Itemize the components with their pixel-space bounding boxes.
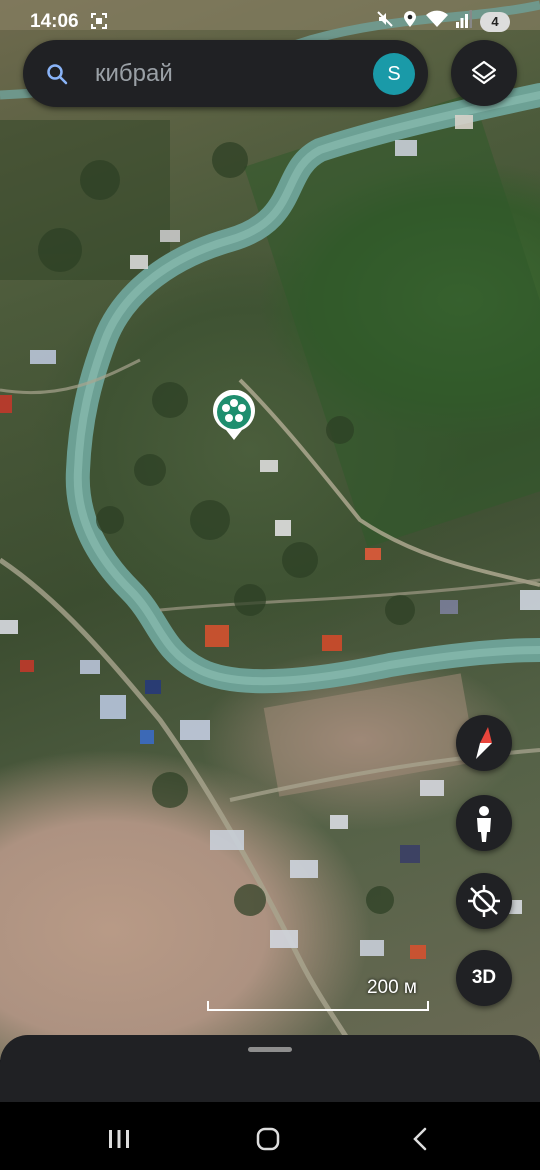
layers-icon: [471, 60, 497, 85]
street-view-button[interactable]: [456, 795, 512, 851]
scale-label: 200 м: [366, 977, 417, 998]
location-disabled-icon: [468, 885, 500, 917]
bottom-sheet[interactable]: [0, 1035, 540, 1102]
map-scale: 200 м: [207, 975, 429, 1011]
compass-button[interactable]: [456, 715, 512, 771]
mute-icon: [376, 10, 394, 34]
pegman-icon: [477, 806, 491, 842]
home-icon[interactable]: [254, 1124, 284, 1154]
sheet-drag-handle[interactable]: [248, 1047, 292, 1052]
battery-icon: 4: [480, 12, 510, 32]
search-query[interactable]: кибрай: [95, 60, 173, 88]
screenshot-icon: [91, 13, 107, 29]
my-location-button[interactable]: [456, 873, 512, 929]
scale-bar: [207, 1001, 429, 1011]
location-icon: [402, 10, 418, 34]
back-icon[interactable]: [406, 1124, 436, 1154]
layers-button[interactable]: [451, 40, 517, 106]
signal-icon: [456, 10, 472, 34]
compass-icon: [476, 727, 492, 759]
status-bar: 14:06 4: [0, 0, 540, 44]
place-marker[interactable]: [211, 390, 257, 442]
search-bar[interactable]: кибрай S: [23, 40, 428, 107]
recent-apps-icon[interactable]: [104, 1124, 134, 1154]
account-avatar[interactable]: S: [373, 53, 415, 95]
search-icon: [47, 64, 68, 85]
3d-toggle-button[interactable]: 3D: [456, 950, 512, 1006]
system-nav-bar: [0, 1102, 540, 1170]
status-time: 14:06: [30, 11, 79, 32]
wifi-icon: [426, 10, 448, 34]
